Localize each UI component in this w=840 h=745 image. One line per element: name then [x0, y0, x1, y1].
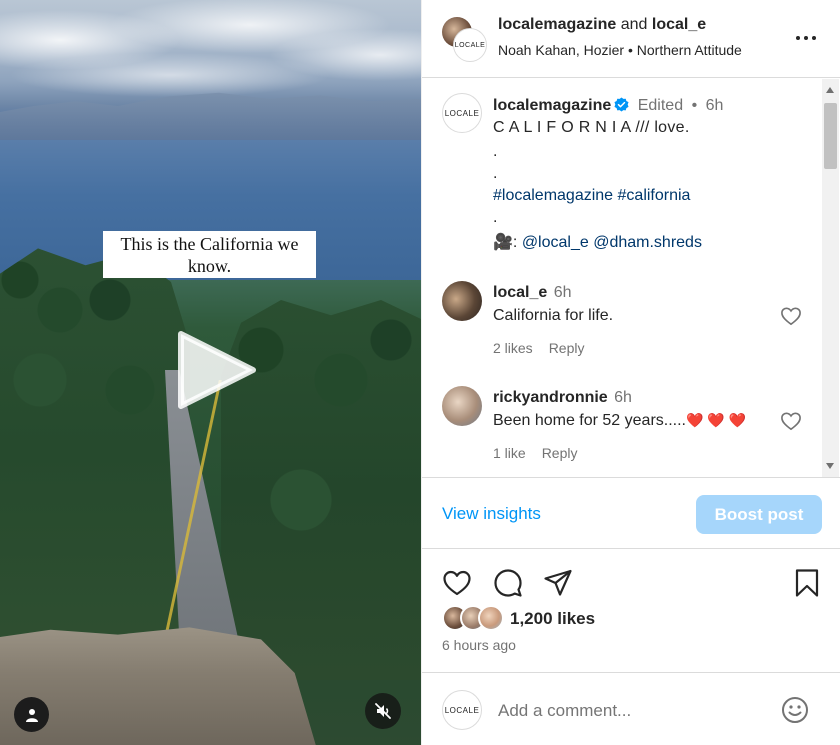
credits-prefix: : — [512, 234, 522, 251]
add-comment-input[interactable] — [498, 701, 758, 721]
video-sky — [0, 0, 421, 100]
avatar: LOCALE — [454, 29, 486, 61]
comment-username[interactable]: local_e — [493, 284, 547, 301]
video-forest-left — [0, 248, 190, 660]
caption-dot: . — [493, 143, 498, 160]
mute-toggle-button[interactable] — [365, 693, 401, 729]
scroll-up-arrow-icon[interactable] — [826, 87, 834, 93]
comment-actions: 1 like Reply — [493, 445, 593, 461]
caption-dot: . — [493, 165, 498, 182]
post-actions — [422, 560, 840, 604]
comments-list[interactable]: LOCALE localemagazine Edited • 6h C A L … — [422, 79, 840, 477]
caption-line: C A L I F O R N I A /// love. — [493, 119, 690, 136]
caption-header: localemagazine Edited • 6h — [493, 97, 723, 115]
locale-logo-text: LOCALE — [444, 705, 480, 715]
meta-separator: • — [691, 97, 698, 114]
edited-label: Edited — [637, 97, 684, 114]
locale-logo-text: LOCALE — [454, 41, 486, 49]
like-heart-icon[interactable] — [442, 568, 472, 598]
comment-time: 6h — [614, 389, 632, 406]
credits-mentions[interactable]: @local_e @dham.shreds — [522, 234, 702, 251]
likes-count[interactable]: 1,200 likes — [510, 609, 595, 629]
video-overlay-text: This is the California we know. — [103, 231, 316, 278]
scroll-down-arrow-icon[interactable] — [826, 463, 834, 469]
more-options-icon[interactable] — [794, 28, 818, 48]
post-authors: localemagazine and local_e — [498, 16, 706, 34]
muted-speaker-icon — [375, 703, 391, 719]
post-timestamp[interactable]: 6 hours ago — [442, 637, 516, 653]
avatar: LOCALE — [442, 690, 482, 730]
comment-likes[interactable]: 1 like — [493, 445, 526, 461]
reply-button[interactable]: Reply — [549, 340, 585, 356]
caption-time: 6h — [705, 97, 724, 114]
author-connector: and — [616, 16, 652, 33]
insights-row: View insights Boost post — [422, 477, 840, 549]
reel-video[interactable]: This is the California we know. — [0, 0, 421, 745]
comment-composer: LOCALE — [422, 672, 840, 745]
camera-emoji: 🎥 — [493, 234, 513, 251]
tagged-people-button[interactable] — [14, 697, 49, 732]
collab-avatars[interactable]: LOCALE — [442, 17, 486, 61]
comment-actions: 2 likes Reply — [493, 340, 600, 356]
comment-body: Been home for 52 years..... — [493, 412, 686, 429]
person-icon — [25, 708, 38, 722]
comments-scrollbar[interactable] — [822, 79, 839, 477]
view-insights-link[interactable]: View insights — [442, 504, 541, 524]
audio-link[interactable]: Noah Kahan, Hozier • Northern Attitude — [498, 42, 742, 58]
liker-avatars[interactable] — [442, 605, 508, 631]
comment-text: Been home for 52 years.....❤️ ❤️ ❤️ — [493, 412, 746, 430]
verified-badge-icon — [614, 97, 629, 112]
comment-likes[interactable]: 2 likes — [493, 340, 533, 356]
comment-time: 6h — [553, 284, 572, 301]
author-link-localemagazine[interactable]: localemagazine — [498, 16, 616, 33]
play-icon[interactable] — [173, 328, 257, 412]
emoji-icon[interactable] — [780, 695, 810, 725]
comment-bubble-icon[interactable] — [493, 568, 523, 598]
like-comment-heart-icon[interactable] — [780, 306, 802, 326]
boost-post-button[interactable]: Boost post — [696, 495, 822, 534]
author-link-local-e[interactable]: local_e — [652, 16, 706, 33]
caption-credits: 🎥: @local_e @dham.shreds — [493, 232, 702, 252]
comment-text: California for life. — [493, 307, 614, 324]
post-side-panel: LOCALE localemagazine and local_e Noah K… — [421, 0, 840, 745]
post-header: LOCALE localemagazine and local_e Noah K… — [422, 0, 840, 78]
comment-header: rickyandronnie 6h — [493, 389, 632, 407]
scrollbar-thumb[interactable] — [824, 103, 837, 169]
reply-button[interactable]: Reply — [542, 445, 578, 461]
locale-logo-text: LOCALE — [444, 108, 480, 118]
hearts-emoji: ❤️ ❤️ ❤️ — [686, 412, 747, 428]
avatar[interactable]: LOCALE — [442, 93, 482, 133]
caption-dot: . — [493, 209, 498, 226]
share-paper-plane-icon[interactable] — [543, 568, 573, 598]
avatar[interactable] — [442, 281, 482, 321]
comment-header: local_e 6h — [493, 284, 572, 302]
caption-hashtags[interactable]: #localemagazine #california — [493, 187, 690, 205]
save-bookmark-icon[interactable] — [792, 568, 822, 598]
avatar[interactable] — [442, 386, 482, 426]
like-comment-heart-icon[interactable] — [780, 411, 802, 431]
avatar — [478, 605, 504, 631]
caption-username[interactable]: localemagazine — [493, 97, 611, 114]
comment-username[interactable]: rickyandronnie — [493, 389, 608, 406]
